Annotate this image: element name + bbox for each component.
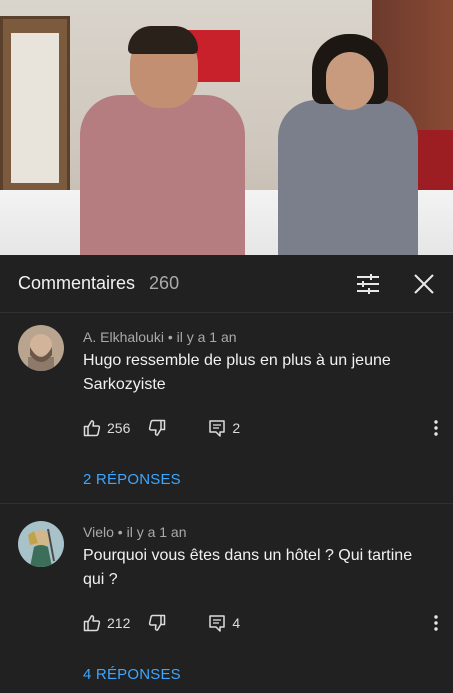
dislike-button[interactable] xyxy=(148,419,166,437)
view-replies-link[interactable]: 2 RÉPONSES xyxy=(83,471,435,488)
video-person-right xyxy=(278,100,418,255)
video-door xyxy=(0,16,70,206)
reply-comment-icon xyxy=(209,615,226,632)
reply-button[interactable]: 2 xyxy=(208,419,240,437)
comment-item: Vielo • il y a 1 an Pourquoi vous êtes d… xyxy=(0,503,453,691)
comments-title: Commentaires xyxy=(18,273,136,293)
comment-time: il y a 1 an xyxy=(126,524,187,540)
thumbs-down-icon xyxy=(149,614,166,631)
comment-actions: 212 4 xyxy=(83,610,438,636)
like-count: 212 xyxy=(107,615,131,631)
view-replies-link[interactable]: 4 RÉPONSES xyxy=(83,666,435,683)
comment-text: Pourquoi vous êtes dans un hôtel ? Qui t… xyxy=(83,547,413,588)
comments-count: 260 xyxy=(149,273,180,293)
avatar[interactable] xyxy=(18,325,64,371)
reply-count: 2 xyxy=(232,420,241,436)
like-count: 256 xyxy=(107,420,131,436)
reply-comment-icon xyxy=(209,420,226,437)
video-player[interactable] xyxy=(0,0,453,255)
avatar[interactable] xyxy=(18,521,64,567)
comment-author[interactable]: Vielo xyxy=(83,524,114,540)
video-person-left xyxy=(80,95,245,255)
reply-count: 4 xyxy=(232,615,241,631)
comment-text: Hugo ressemble de plus en plus à un jeun… xyxy=(83,352,391,393)
comment-time: il y a 1 an xyxy=(176,329,237,345)
dislike-button[interactable] xyxy=(148,614,166,632)
like-button[interactable]: 212 xyxy=(83,614,130,632)
more-vert-icon[interactable] xyxy=(433,614,439,632)
more-vert-icon[interactable] xyxy=(433,419,439,437)
thumbs-up-icon xyxy=(83,420,101,437)
comment-author[interactable]: A. Elkhalouki xyxy=(83,329,164,345)
close-icon[interactable] xyxy=(411,269,437,299)
sort-sliders-icon[interactable] xyxy=(355,269,381,299)
comments-header: Commentaires 260 xyxy=(0,255,453,313)
comment-actions: 256 2 xyxy=(83,415,438,441)
comment-meta: Vielo • il y a 1 an xyxy=(83,524,187,540)
comment-item: A. Elkhalouki • il y a 1 an Hugo ressemb… xyxy=(0,313,453,503)
thumbs-down-icon xyxy=(149,419,166,436)
comment-meta: A. Elkhalouki • il y a 1 an xyxy=(83,329,237,345)
thumbs-up-icon xyxy=(83,615,101,632)
reply-button[interactable]: 4 xyxy=(208,614,240,632)
like-button[interactable]: 256 xyxy=(83,419,130,437)
